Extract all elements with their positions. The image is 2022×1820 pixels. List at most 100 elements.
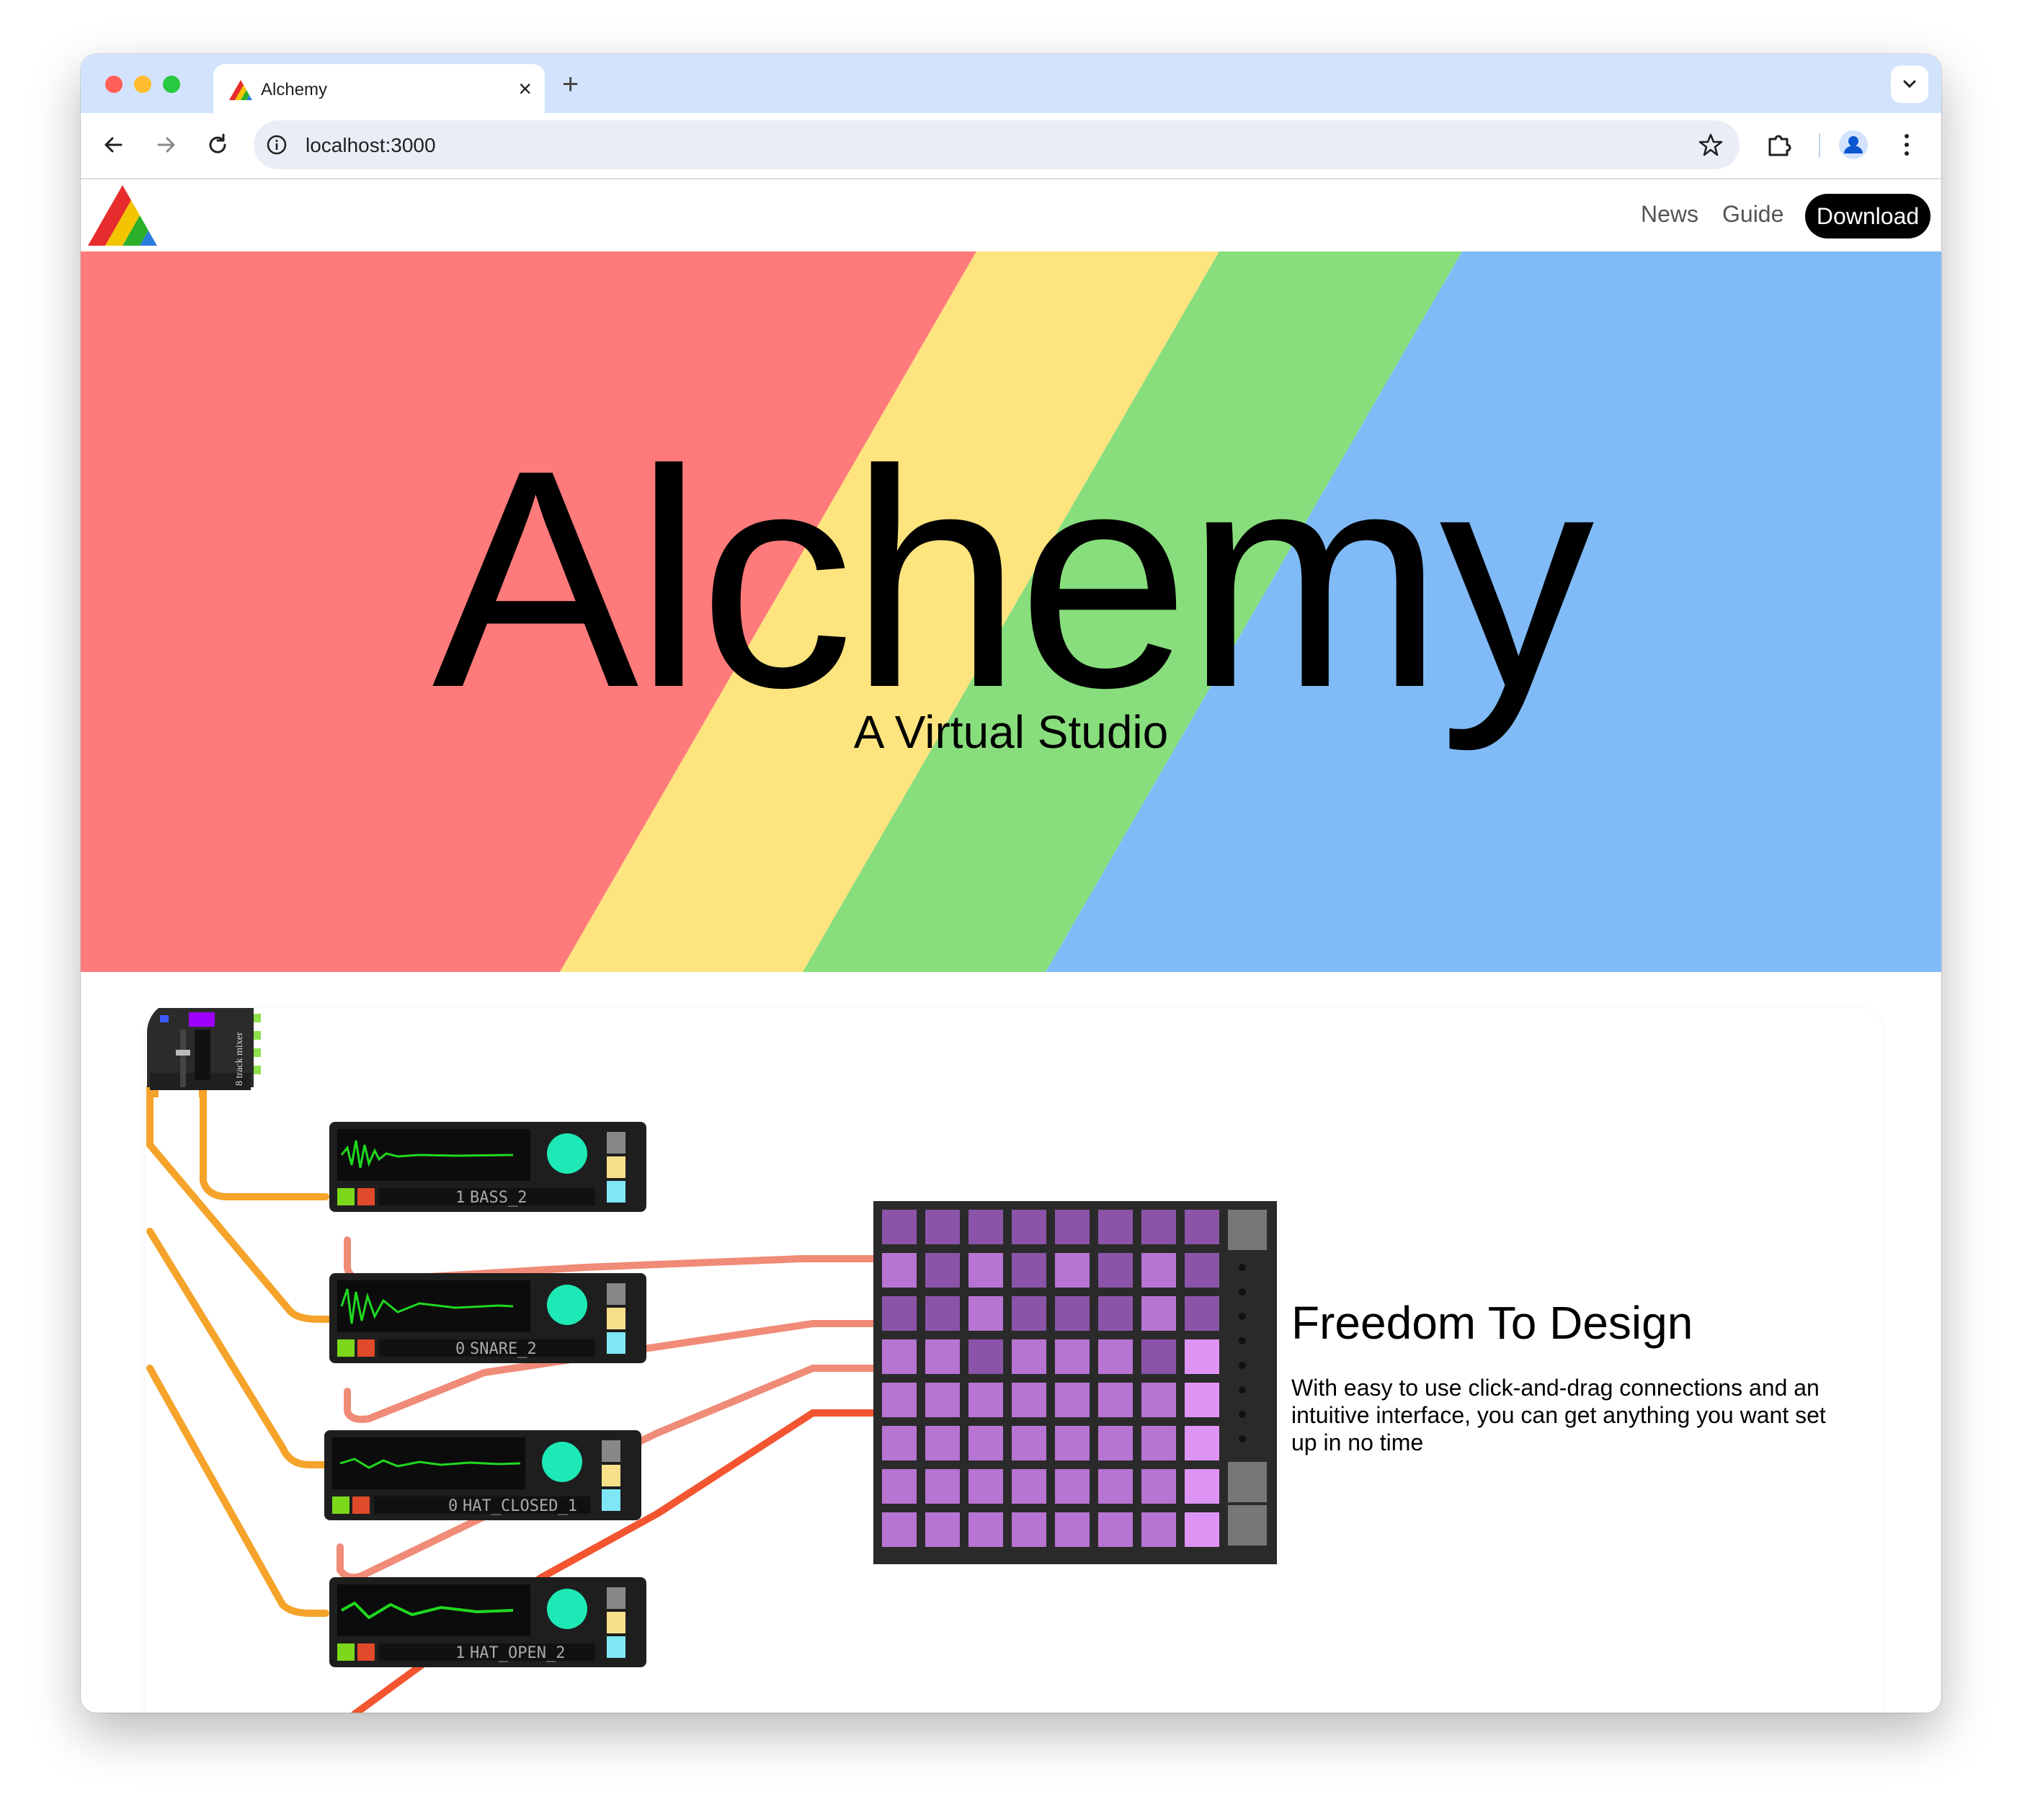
launchpad-pad: [882, 1296, 917, 1331]
launchpad-pad: [882, 1383, 917, 1417]
player-hat-open-sample: HAT_OPEN_2: [470, 1644, 565, 1662]
launchpad-pad: [1098, 1469, 1133, 1504]
alchemy-logo-icon[interactable]: [88, 185, 157, 246]
sample-player-hat-open: 1 HAT_OPEN_2: [329, 1577, 646, 1667]
launchpad-pad: [1141, 1469, 1176, 1504]
close-window-button[interactable]: [105, 76, 123, 93]
launchpad-pad: [968, 1296, 1003, 1331]
launchpad-pad: [882, 1426, 917, 1460]
url-text[interactable]: localhost:3000: [306, 134, 436, 157]
launchpad-pad: [925, 1253, 960, 1288]
launchpad-pad: [1012, 1253, 1046, 1288]
launchpad-pad: [882, 1253, 917, 1288]
launchpad-pad: [1098, 1253, 1133, 1288]
launchpad-pad: [1055, 1253, 1090, 1288]
player-bass-count: 1: [455, 1189, 465, 1207]
launchpad-pad: [1185, 1512, 1219, 1547]
extensions-icon[interactable]: [1764, 129, 1796, 161]
sample-player-snare: 0 SNARE_2: [329, 1273, 646, 1363]
launchpad-pad: [1185, 1469, 1219, 1504]
tab-strip: Alchemy × +: [81, 54, 1941, 113]
launchpad-pad: [882, 1469, 917, 1504]
player-bass-sample: BASS_2: [470, 1189, 527, 1207]
launchpad-pad: [968, 1253, 1003, 1288]
player-hat-closed-sample: HAT_CLOSED_1: [463, 1497, 577, 1515]
launchpad-pad: [1055, 1339, 1090, 1374]
launchpad-pad: [968, 1512, 1003, 1547]
nav-news-link[interactable]: News: [1641, 201, 1698, 228]
tab-title: Alchemy: [261, 80, 328, 99]
launchpad-pad: [1098, 1426, 1133, 1460]
launchpad-pad: [1098, 1210, 1133, 1244]
track-mixer-module: 8 track mixer: [146, 1008, 261, 1097]
forward-icon[interactable]: [151, 130, 180, 159]
launchpad-pad: [968, 1426, 1003, 1460]
player-hat-closed-count: 0: [448, 1497, 458, 1515]
launchpad-pad: [1098, 1383, 1133, 1417]
launchpad-pad: [1098, 1512, 1133, 1547]
launchpad-pad: [1012, 1383, 1046, 1417]
browser-window: Alchemy × + localhost:3000 News Guide Do…: [81, 54, 1941, 1713]
minimize-window-button[interactable]: [134, 76, 151, 93]
address-bar[interactable]: localhost:3000: [254, 120, 1740, 169]
launchpad-pad: [925, 1339, 960, 1374]
back-icon[interactable]: [99, 130, 128, 159]
launchpad-pad: [925, 1469, 960, 1504]
launchpad-pad: [1098, 1339, 1133, 1374]
studio-illustration: 8 track mixer 1 BASS_2 0 SNARE_2 0 HAT_C…: [146, 1008, 1277, 1713]
mixer-label: 8 track mixer: [234, 1032, 245, 1086]
launchpad-pad: [882, 1512, 917, 1547]
launchpad-pad: [925, 1383, 960, 1417]
alchemy-favicon-icon: [229, 80, 252, 100]
player-snare-count: 0: [455, 1340, 465, 1358]
tab-alchemy[interactable]: Alchemy ×: [213, 64, 545, 113]
launchpad-pad: [1185, 1210, 1219, 1244]
launchpad-pad: [1055, 1296, 1090, 1331]
launchpad-pad: [1012, 1512, 1046, 1547]
sample-player-hat-closed: 0 HAT_CLOSED_1: [324, 1430, 641, 1520]
launchpad-pad: [1012, 1296, 1046, 1331]
launchpad-pad: [1185, 1339, 1219, 1374]
launchpad-pad: [1141, 1210, 1176, 1244]
browser-toolbar: localhost:3000: [81, 113, 1941, 179]
launchpad-pad: [1185, 1383, 1219, 1417]
tab-close-icon[interactable]: ×: [518, 74, 532, 103]
launchpad-pad: [1141, 1383, 1176, 1417]
launchpad-pad: [1141, 1512, 1176, 1547]
launchpad-pad: [1055, 1469, 1090, 1504]
launchpad-pad: [1141, 1339, 1176, 1374]
launchpad-pad: [1012, 1469, 1046, 1504]
launchpad-pad: [1055, 1383, 1090, 1417]
launchpad-pad: [1141, 1426, 1176, 1460]
maximize-window-button[interactable]: [163, 76, 180, 93]
bookmark-star-icon[interactable]: [1698, 132, 1724, 158]
nav-guide-link[interactable]: Guide: [1722, 201, 1783, 228]
launchpad-pad: [1185, 1296, 1219, 1331]
tab-search-button[interactable]: [1891, 66, 1928, 103]
feature-section: 8 track mixer 1 BASS_2 0 SNARE_2 0 HAT_C…: [81, 972, 1941, 1713]
site-info-icon[interactable]: [265, 133, 288, 156]
chevron-down-icon: [1903, 80, 1916, 89]
launchpad-pad: [1185, 1426, 1219, 1460]
launchpad-pad: [925, 1512, 960, 1547]
hero-subtitle: A Virtual Studio: [853, 706, 1169, 758]
feature-title: Freedom To Design: [1291, 1297, 1693, 1349]
download-button[interactable]: Download: [1805, 194, 1930, 238]
launchpad-pad: [1185, 1253, 1219, 1288]
launchpad-pad: [1141, 1253, 1176, 1288]
launchpad-pad: [1098, 1296, 1133, 1331]
more-menu-icon[interactable]: [1899, 130, 1914, 159]
launchpad-pad: [968, 1469, 1003, 1504]
profile-avatar-icon[interactable]: [1838, 129, 1869, 161]
reload-icon[interactable]: [203, 130, 232, 159]
sample-player-bass: 1 BASS_2: [329, 1122, 646, 1212]
site-header: News Guide Download: [81, 179, 1941, 251]
mixer-cables: [146, 1084, 333, 1617]
launchpad-pad: [925, 1426, 960, 1460]
launchpad-pad: [968, 1210, 1003, 1244]
launchpad-pad: [1055, 1512, 1090, 1547]
hero-title: Alchemy: [432, 406, 1595, 752]
new-tab-button[interactable]: +: [562, 68, 579, 100]
launchpad-pad: [1012, 1339, 1046, 1374]
player-snare-sample: SNARE_2: [470, 1340, 537, 1358]
